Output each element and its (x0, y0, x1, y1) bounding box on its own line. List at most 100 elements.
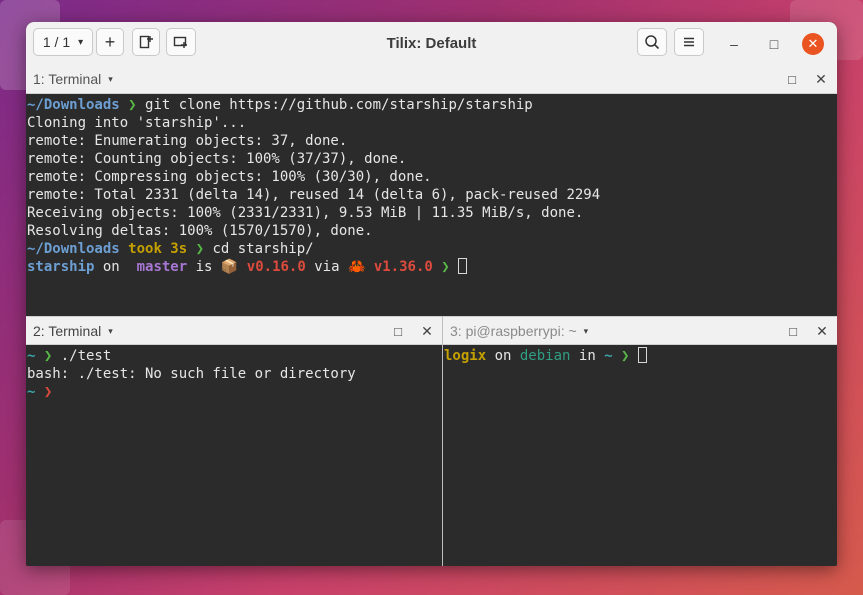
add-terminal-down-icon (173, 34, 189, 50)
close-icon: ✕ (808, 36, 819, 52)
terminal-text: ❯ (128, 97, 145, 113)
terminal-2-title: 2: Terminal (33, 323, 101, 339)
chevron-down-icon: ▾ (78, 37, 83, 48)
session-label: 1 / 1 (43, 34, 70, 50)
terminal-line: remote: Enumerating objects: 37, done. (27, 132, 837, 150)
terminal-line: remote: Compressing objects: 100% (30/30… (27, 168, 837, 186)
terminal-text: remote: Counting objects: 100% (37/37), … (27, 151, 406, 167)
terminal-text: master (137, 259, 196, 275)
terminal-3-title: 3: pi@raspberrypi: ~ (450, 323, 577, 339)
crab-icon: 🦀 (348, 259, 374, 275)
terminal-2-close-button[interactable]: ✕ (419, 322, 435, 340)
terminal-text: ~ (27, 384, 44, 400)
terminal-3-output[interactable]: logix on debian in ~ ❯ (443, 345, 837, 566)
terminal-1-title-button[interactable]: 1: Terminal ▾ (33, 71, 113, 87)
terminal-text: in (579, 348, 604, 364)
minimize-button[interactable]: – (723, 33, 745, 55)
close-button[interactable]: ✕ (802, 33, 824, 55)
terminal-line: ~ ❯ (27, 383, 442, 401)
git-branch-icon (128, 259, 136, 275)
terminal-line: bash: ./test: No such file or directory (27, 365, 442, 383)
search-button[interactable] (637, 28, 667, 56)
terminal-text: ❯ (621, 348, 638, 364)
chevron-down-icon: ▾ (108, 74, 113, 85)
terminal-text: is (196, 259, 221, 275)
tilix-window: 1 / 1 ▾ + Tilix: Default (26, 22, 837, 566)
terminal-line: ~ ❯ ./test (27, 347, 442, 365)
add-terminal-right-button[interactable] (132, 28, 160, 56)
maximize-icon: □ (789, 324, 797, 339)
terminal-text: git clone https://github.com/starship/st… (145, 97, 533, 113)
terminal-text: cd starship/ (212, 241, 313, 257)
terminal-1-maximize-button[interactable]: □ (784, 71, 800, 87)
maximize-icon: □ (770, 36, 778, 52)
terminal-line: ~/Downloads ❯ git clone https://github.c… (27, 96, 837, 114)
terminal-1-close-button[interactable]: ✕ (813, 70, 829, 88)
terminal-line: remote: Total 2331 (delta 14), reused 14… (27, 186, 837, 204)
terminal-2-output[interactable]: ~ ❯ ./testbash: ./test: No such file or … (26, 345, 442, 566)
terminal-text: ~/Downloads (27, 241, 128, 257)
chevron-down-icon: ▾ (584, 326, 589, 337)
terminal-line: ~/Downloads took 3s ❯ cd starship/ (27, 240, 837, 258)
close-icon: ✕ (421, 323, 433, 340)
terminal-text: logix (444, 348, 495, 364)
terminal-line: starship on master is 📦 v0.16.0 via 🦀 v1… (27, 258, 837, 276)
terminal-line: Receiving objects: 100% (2331/2331), 9.5… (27, 204, 837, 222)
header-bar: 1 / 1 ▾ + Tilix: Default (26, 22, 837, 66)
maximize-button[interactable]: □ (763, 33, 785, 55)
add-terminal-right-icon (138, 34, 154, 50)
terminal-2-maximize-button[interactable]: □ (390, 323, 406, 339)
chevron-down-icon: ▾ (108, 326, 113, 337)
close-icon: ✕ (816, 323, 828, 340)
terminal-line: remote: Counting objects: 100% (37/37), … (27, 150, 837, 168)
package-icon: 📦 (221, 259, 247, 275)
terminal-text: ❯ (441, 259, 458, 275)
terminal-3-title-button[interactable]: 3: pi@raspberrypi: ~ ▾ (450, 323, 588, 339)
terminal-3-close-button[interactable]: ✕ (814, 322, 830, 340)
terminal-text: ❯ (44, 384, 52, 400)
terminal-text: remote: Total 2331 (delta 14), reused 14… (27, 187, 600, 203)
terminal-text: Cloning into 'starship'... (27, 115, 246, 131)
terminal-text: ~/Downloads (27, 97, 128, 113)
terminal-text: took 3s (128, 241, 195, 257)
search-icon (644, 34, 660, 50)
terminal-text: ❯ (196, 241, 213, 257)
terminal-text: Resolving deltas: 100% (1570/1570), done… (27, 223, 373, 239)
terminal-cursor (458, 258, 467, 274)
terminal-text: ~ (27, 348, 44, 364)
terminal-cursor (638, 347, 647, 363)
terminal-text: remote: Enumerating objects: 37, done. (27, 133, 347, 149)
terminal-1-title: 1: Terminal (33, 71, 101, 87)
terminal-2-header: 2: Terminal ▾ □ ✕ (26, 316, 442, 345)
terminal-3-header: 3: pi@raspberrypi: ~ ▾ □ ✕ (443, 316, 837, 345)
terminal-text: v1.36.0 (374, 259, 441, 275)
terminal-line: logix on debian in ~ ❯ (444, 347, 837, 365)
add-session-label: + (105, 33, 116, 51)
terminal-line: Resolving deltas: 100% (1570/1570), done… (27, 222, 837, 240)
terminal-text: Receiving objects: 100% (2331/2331), 9.5… (27, 205, 583, 221)
maximize-icon: □ (394, 324, 402, 339)
minimize-icon: – (730, 36, 738, 52)
menu-icon (682, 35, 696, 49)
terminal-text: debian (520, 348, 579, 364)
close-icon: ✕ (815, 71, 827, 88)
terminal-text: v0.16.0 (247, 259, 314, 275)
terminal-text: via (314, 259, 348, 275)
terminal-1-output[interactable]: ~/Downloads ❯ git clone https://github.c… (26, 94, 837, 316)
terminal-text: ❯ (44, 348, 61, 364)
add-terminal-down-button[interactable] (166, 28, 196, 56)
terminal-text: on (495, 348, 520, 364)
session-selector[interactable]: 1 / 1 ▾ (33, 28, 93, 56)
menu-button[interactable] (674, 28, 704, 56)
terminal-text: ~ (604, 348, 621, 364)
terminal-1-header: 1: Terminal ▾ □ ✕ (26, 65, 837, 94)
terminal-text: bash: ./test: No such file or directory (27, 366, 356, 382)
terminal-text: remote: Compressing objects: 100% (30/30… (27, 169, 432, 185)
terminal-2-title-button[interactable]: 2: Terminal ▾ (33, 323, 113, 339)
terminal-line: Cloning into 'starship'... (27, 114, 837, 132)
terminal-text: starship (27, 259, 103, 275)
new-session-button[interactable]: + (96, 28, 124, 56)
maximize-icon: □ (788, 72, 796, 87)
terminal-3-maximize-button[interactable]: □ (785, 323, 801, 339)
terminal-text: ./test (61, 348, 112, 364)
